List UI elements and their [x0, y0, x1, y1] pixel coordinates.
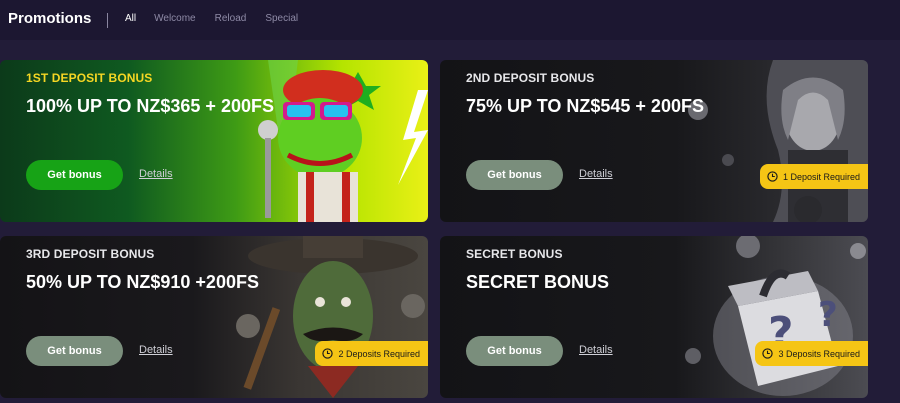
- get-bonus-button[interactable]: Get bonus: [466, 160, 563, 190]
- clock-icon: [322, 348, 334, 359]
- clock-icon: [767, 171, 778, 182]
- frog-elvis-icon: [258, 60, 428, 222]
- woman-portrait-icon: [688, 60, 868, 222]
- promo-card-3rd-deposit: 3RD DEPOSIT BONUS 50% UP TO NZ$910 +200F…: [0, 236, 428, 398]
- cactus-cowboy-icon: [236, 236, 425, 398]
- card-label: 2ND DEPOSIT BONUS: [466, 71, 595, 85]
- filter-tabs: All Welcome Reload Special: [125, 13, 317, 24]
- get-bonus-button[interactable]: Get bonus: [466, 336, 563, 366]
- title-divider: [107, 13, 108, 28]
- requirement-badge: 1 Deposit Required: [759, 164, 868, 189]
- get-bonus-button[interactable]: Get bonus: [26, 160, 123, 190]
- page-title: Promotions: [8, 10, 92, 27]
- tab-special[interactable]: Special: [265, 13, 298, 24]
- requirement-text: 1 Deposit Required: [782, 171, 860, 182]
- card-offer: 50% UP TO NZ$910 +200FS: [26, 272, 259, 292]
- mystery-gift-box-icon: ? ?: [685, 236, 866, 396]
- card-offer: SECRET BONUS: [466, 272, 610, 292]
- tab-all[interactable]: All: [125, 13, 136, 24]
- card-label: 1ST DEPOSIT BONUS: [26, 71, 153, 85]
- requirement-text: 3 Deposits Required: [778, 348, 860, 359]
- promo-card-secret: ? ? SECRET BONUS SECRET BONUS Get bonus …: [440, 236, 868, 398]
- promo-card-1st-deposit: 1ST DEPOSIT BONUS 100% UP TO NZ$365 + 20…: [0, 60, 428, 222]
- top-bar: Promotions All Welcome Reload Special: [0, 0, 900, 40]
- clock-icon: [762, 348, 774, 359]
- card-offer: 75% UP TO NZ$545 + 200FS: [466, 96, 704, 116]
- details-link[interactable]: Details: [139, 344, 173, 356]
- requirement-badge: 3 Deposits Required: [755, 341, 868, 366]
- tab-welcome[interactable]: Welcome: [154, 13, 196, 24]
- get-bonus-button[interactable]: Get bonus: [26, 336, 123, 366]
- requirement-badge: 2 Deposits Required: [315, 341, 428, 366]
- card-offer: 100% UP TO NZ$365 + 200FS: [26, 96, 274, 116]
- card-label: 3RD DEPOSIT BONUS: [26, 247, 155, 261]
- requirement-text: 2 Deposits Required: [338, 348, 420, 359]
- promo-card-2nd-deposit: 2ND DEPOSIT BONUS 75% UP TO NZ$545 + 200…: [440, 60, 868, 222]
- card-label: SECRET BONUS: [466, 247, 563, 261]
- details-link[interactable]: Details: [579, 168, 613, 180]
- details-link[interactable]: Details: [579, 344, 613, 356]
- details-link[interactable]: Details: [139, 168, 173, 180]
- svg-text:?: ?: [818, 295, 838, 335]
- tab-reload[interactable]: Reload: [215, 13, 247, 24]
